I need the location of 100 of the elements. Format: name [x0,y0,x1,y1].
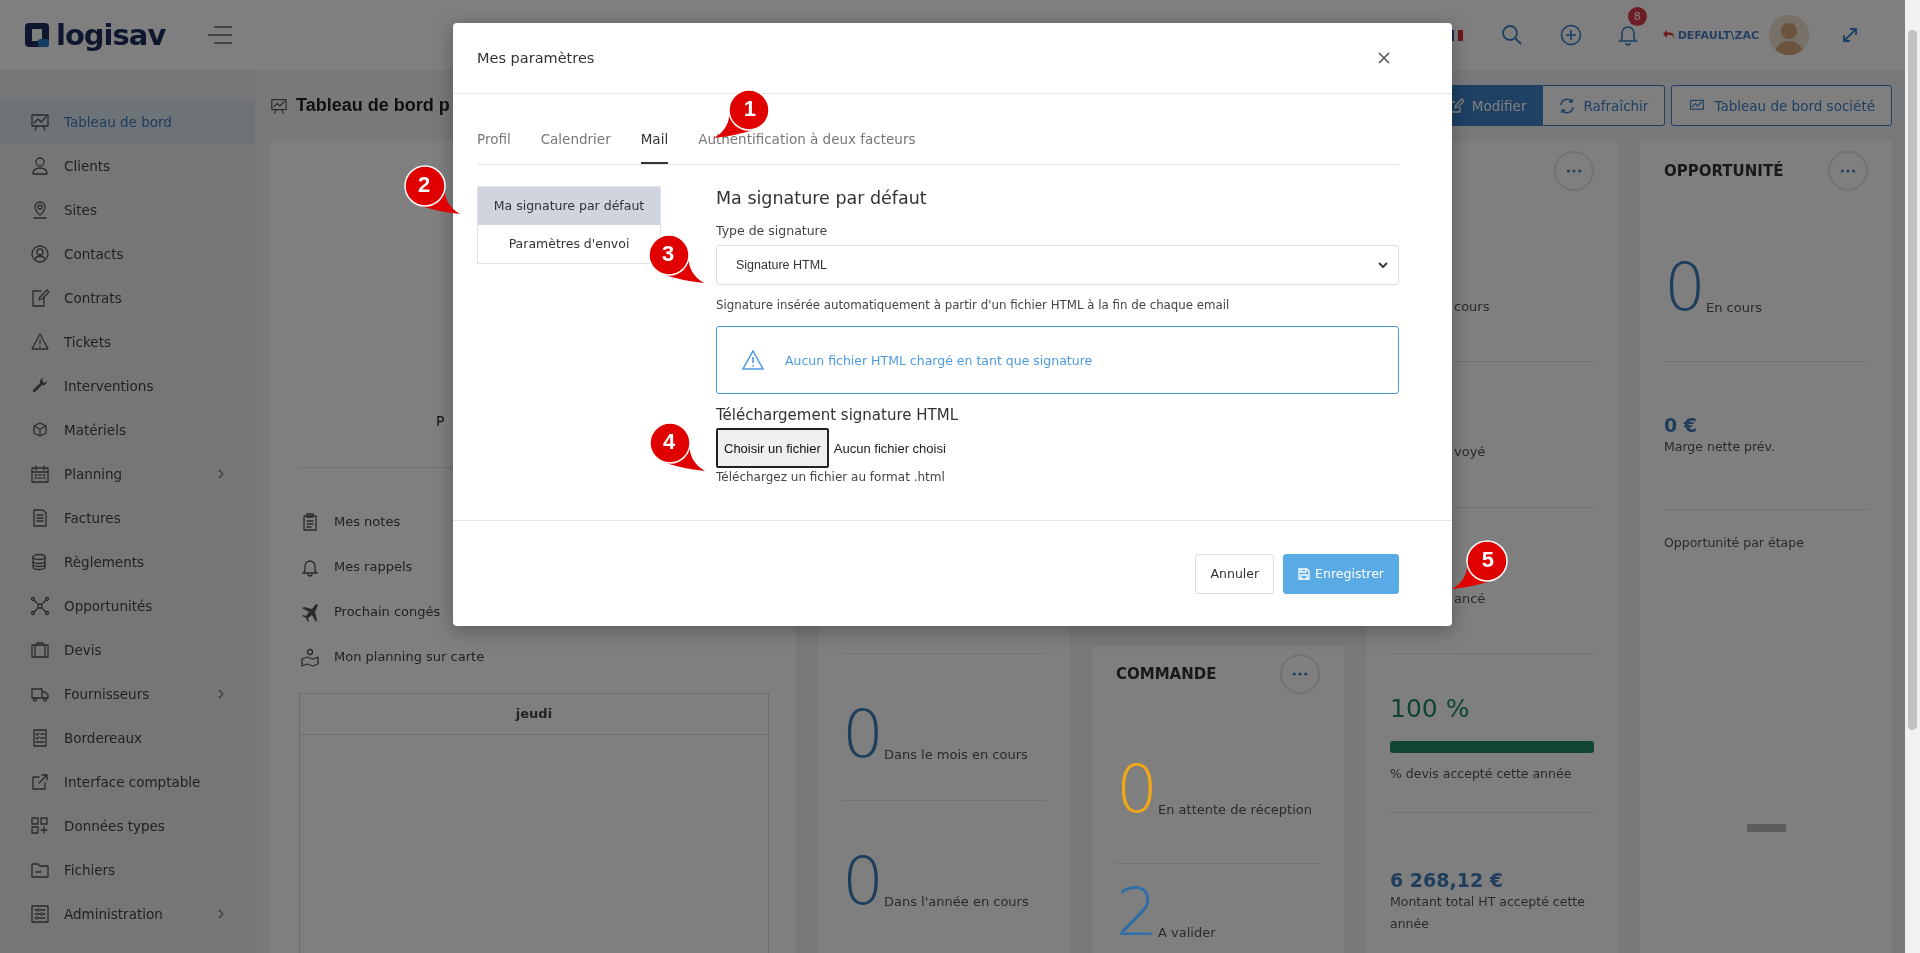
search-icon[interactable] [1500,24,1523,46]
help-text: Téléchargez un fichier au format .html [716,470,946,484]
person-circle-icon [30,244,50,264]
menu-icon[interactable] [206,25,234,45]
amount-value: 0 € [1664,414,1699,436]
settings-tab[interactable]: Calendrier [540,116,611,164]
stat-value: 0 [1664,255,1706,321]
sidebar-item[interactable]: Règlements [0,540,255,584]
help-text: Signature insérée automatiquement à partir d'un fichier HTML à la fin de chaque email [716,298,1231,312]
amount-value: 6 268,12 € [1390,869,1504,891]
calendar-day-header: jeudi [300,694,768,735]
stat-label: ancé [1453,591,1487,606]
stat-label: En cours [1706,300,1763,317]
sidebar-item[interactable]: Fichiers [0,848,255,892]
clipboard-icon [300,511,320,532]
avatar[interactable] [1769,15,1809,55]
network-icon [30,596,50,616]
stat-value: 2 [1116,880,1158,946]
percent-value: 100 % [1390,694,1471,723]
sidebar-item[interactable]: Devis [0,628,255,672]
callout-number: 4 [647,421,707,473]
cancel-button[interactable]: Annuler [1195,553,1275,594]
sidebar-item[interactable]: Sites [0,188,255,232]
logo-text: logisav [56,18,166,52]
chart-placeholder [1746,824,1786,832]
section-heading: Ma signature par défaut [716,187,928,210]
expand-icon[interactable] [1841,26,1859,44]
callout-number: 2 [402,164,462,216]
warning-icon [741,349,765,371]
settings-tab[interactable]: Authentification à deux facteurs [698,116,916,164]
shortcut-link[interactable]: Mes notes [334,514,401,529]
add-icon[interactable] [1559,24,1582,46]
sidebar-item[interactable]: Bordereaux [0,716,255,760]
sliders-icon [30,904,50,924]
modal-title: Mes paramètres [477,50,595,66]
chart-board-icon [270,96,288,115]
user-name[interactable]: DEFAULT\ZAC [1677,28,1759,42]
alert-text: Aucun fichier HTML chargé en tant que signature [785,352,1093,368]
sidebar-item[interactable]: Contacts [0,232,255,276]
callout-number: 5 [1450,539,1510,591]
save-button[interactable]: Enregistrer [1283,553,1399,594]
stat-label: Dans le mois en cours [884,747,1028,764]
chart-title: Opportunité par étape [1664,534,1805,552]
settings-tab[interactable]: Mail [640,116,669,164]
sidebar-item[interactable]: Factures [0,496,255,540]
stat-label: Montant total HT accepté cette année [1390,893,1586,933]
document-icon [30,508,50,528]
sidebar-item[interactable]: Données types [0,804,255,848]
settings-tab[interactable]: Profil [477,116,511,164]
stat-value: 0 [842,849,884,915]
shortcut-link[interactable]: Mes rappels [334,559,413,574]
page-title: Tableau de bord p [296,95,450,116]
notification-badge: 8 [1627,7,1647,26]
sidebar-item[interactable]: Opportunités [0,584,255,628]
scrollbar[interactable] [1905,0,1920,953]
card-title: OPPORTUNITÉ [1664,162,1784,180]
stat-value: 0 [1116,757,1158,823]
chevron-icon [1378,261,1388,269]
callout-number: 3 [646,233,706,285]
sidebar-item[interactable]: Tableau de bord [0,100,255,144]
sidebar-item[interactable]: Fournisseurs [0,672,255,716]
external-link-icon [30,772,50,792]
document-pen-icon [30,288,50,308]
stat-label: Marge nette prév. [1664,438,1776,456]
shortcut-link[interactable]: Mon planning sur carte [334,649,485,664]
sidebar-item[interactable]: Tickets [0,320,255,364]
sidebar-item[interactable]: Contrats [0,276,255,320]
shortcut-link[interactable]: Prochain congés [334,604,441,619]
sidebar-item[interactable]: Clients [0,144,255,188]
calendar-icon [30,464,50,484]
grid-plus-icon [30,816,50,836]
sidebar-item[interactable]: Interventions [0,364,255,408]
sidebar-item[interactable]: Interface comptable [0,760,255,804]
warning-icon [30,332,50,352]
refresh-button[interactable]: Rafraîchir [1543,85,1666,126]
map-person-icon [300,646,320,667]
airplane-icon [300,601,320,622]
sidebar-item[interactable]: Planning [0,452,255,496]
sidebar-item[interactable]: Matériels [0,408,255,452]
signature-type-select[interactable]: Signature HTML [716,245,1399,285]
person-icon [30,156,50,176]
stat-value: 0 [842,702,884,768]
stat-label: voyé [1453,444,1487,459]
card-text: P [436,413,445,429]
briefcase-icon [30,640,50,660]
sidebar-item[interactable]: Administration [0,892,255,936]
dashboard-button[interactable]: Tableau de bord société [1671,85,1892,126]
folder-icon [30,860,50,880]
stat-label: Dans l'année en cours [884,894,1029,911]
bell-icon[interactable] [1617,24,1638,46]
checklist-icon [30,728,50,748]
refresh-icon [1559,97,1576,114]
choose-file-button[interactable]: Choisir un fichier [716,428,829,468]
settings-nav-item[interactable]: Ma signature par défaut [478,187,660,225]
stat-label: En attente de réception [1158,802,1312,819]
stat-label: % devis accepté cette année [1390,765,1573,783]
card-title: COMMANDE [1116,665,1217,683]
logo-icon [24,22,50,48]
file-status: Aucun fichier choisi [833,440,946,456]
close-icon[interactable] [1378,52,1390,64]
